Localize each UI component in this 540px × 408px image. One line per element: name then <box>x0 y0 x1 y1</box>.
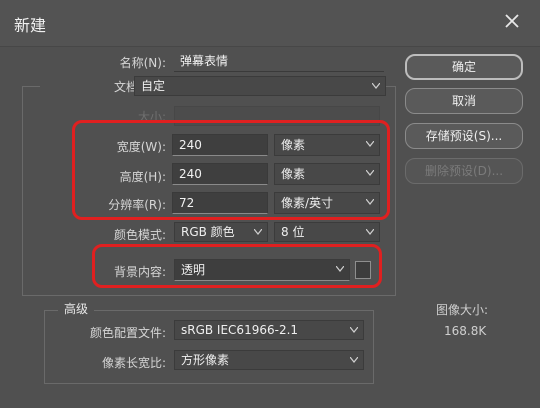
title-bar <box>0 0 540 47</box>
ok-button[interactable]: 确定 <box>405 54 523 80</box>
save-preset-button[interactable]: 存储预设(S)... <box>405 123 523 149</box>
preset-value: 自定 <box>141 79 166 93</box>
bit-depth-value: 8 位 <box>281 225 305 239</box>
name-label: 名称(N): <box>119 56 166 70</box>
chevron-down-icon <box>350 357 358 363</box>
pixel-aspect-select[interactable]: 方形像素 <box>174 350 364 370</box>
chevron-down-icon <box>254 229 262 235</box>
color-mode-select[interactable]: RGB 颜色 <box>174 222 268 242</box>
chevron-down-icon <box>372 83 380 89</box>
chevron-down-icon <box>350 327 358 333</box>
color-profile-label: 颜色配置文件: <box>89 326 166 340</box>
chevron-down-icon <box>366 229 374 235</box>
pixel-aspect-value: 方形像素 <box>181 353 230 367</box>
color-profile-value: sRGB IEC61966-2.1 <box>181 323 299 337</box>
highlight-size-fields <box>72 120 390 220</box>
image-size-value: 168.8K <box>444 324 487 338</box>
color-mode-value: RGB 颜色 <box>181 225 235 239</box>
bit-depth-select[interactable]: 8 位 <box>274 222 380 242</box>
color-mode-label: 颜色模式: <box>113 228 166 242</box>
dialog-title: 新建 <box>14 16 47 35</box>
name-input[interactable]: 弹幕表情 <box>174 50 384 72</box>
close-icon[interactable] <box>503 12 521 30</box>
pixel-aspect-label: 像素长宽比: <box>101 356 166 370</box>
highlight-background <box>92 244 382 288</box>
preset-select[interactable]: 自定 <box>134 76 386 96</box>
advanced-title: 高级 <box>58 300 95 317</box>
image-size-label: 图像大小: <box>436 303 489 317</box>
delete-preset-button: 删除预设(D)... <box>405 158 523 184</box>
color-profile-select[interactable]: sRGB IEC61966-2.1 <box>174 320 364 340</box>
cancel-button[interactable]: 取消 <box>405 88 523 114</box>
